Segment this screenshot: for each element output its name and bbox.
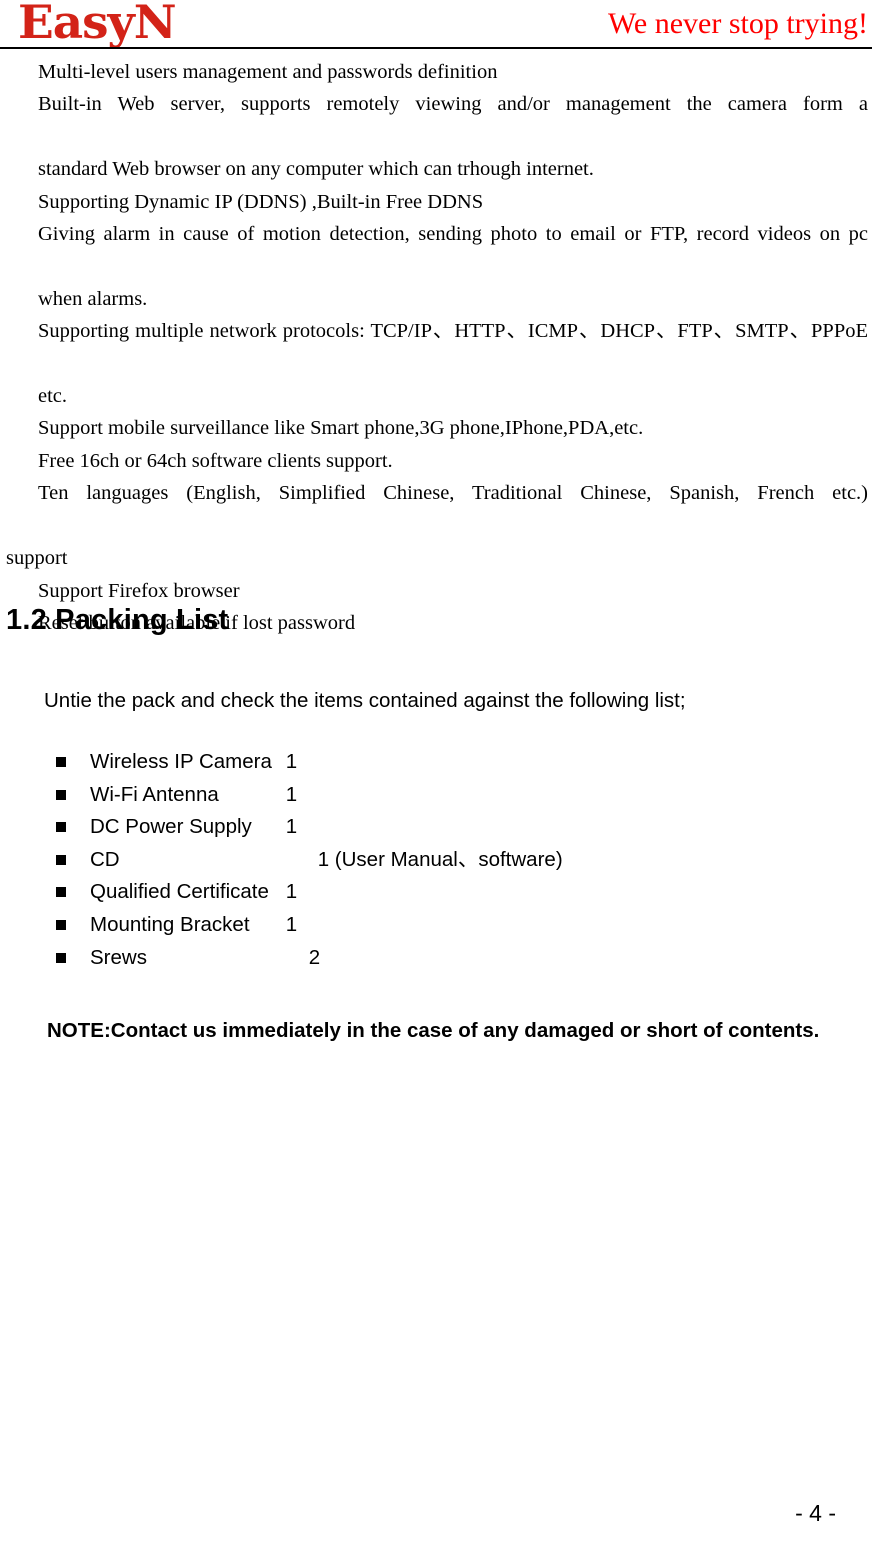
square-bullet-icon (56, 854, 66, 865)
list-item-label: Mounting Bracket (90, 912, 250, 936)
list-item: CD 1 (User Manual、software) (0, 844, 872, 877)
list-item: Mounting Bracket 1 (0, 909, 872, 942)
square-bullet-icon (56, 757, 66, 767)
packing-list-block: Untie the pack and check the items conta… (0, 688, 872, 969)
list-item-quantity: 1 (285, 880, 298, 904)
list-item-label: DC Power Supply (90, 815, 252, 839)
packing-items-list: Wireless IP Camera 1 Wi-Fi Antenna 1 DC … (0, 746, 872, 974)
list-item: Srews 2 (0, 942, 872, 975)
square-bullet-icon (56, 822, 66, 833)
feature-list: Multi-level users management and passwor… (0, 56, 872, 639)
feature-text-cont: support (6, 547, 68, 570)
header-divider-rule (0, 47, 872, 49)
feature-line-mobile-surveillance: Support mobile surveillance like Smart p… (0, 412, 872, 444)
feature-line-languages: Ten languages (English, Simplified Chine… (0, 477, 872, 542)
feature-line-software-clients: Free 16ch or 64ch software clients suppo… (0, 445, 872, 477)
square-bullet-icon (56, 887, 66, 898)
feature-text: Support Firefox browser (38, 579, 240, 602)
brand-logo: EasyN (18, 0, 177, 49)
list-item: Wireless IP Camera 1 (0, 746, 872, 779)
packing-list-note: NOTE:Contact us immediately in the case … (47, 1019, 820, 1042)
square-bullet-icon (56, 789, 66, 800)
feature-text: Giving alarm in cause of motion detectio… (38, 223, 868, 246)
list-item-label: Wi-Fi Antenna (90, 782, 219, 806)
feature-text: Free 16ch or 64ch software clients suppo… (38, 449, 393, 472)
square-bullet-icon (56, 952, 66, 963)
feature-text-cont: standard Web browser on any computer whi… (38, 158, 594, 181)
list-item-quantity: 1 (285, 815, 298, 839)
feature-text: Supporting Dynamic IP (DDNS) ,Built-in F… (38, 190, 484, 213)
page-number-footer: - 4 - (795, 1500, 836, 1526)
list-item-quantity: 1 (285, 782, 298, 806)
packing-list-intro: Untie the pack and check the items conta… (44, 689, 686, 712)
feature-text: Built-in Web server, supports remotely v… (38, 93, 868, 116)
section-heading-packing-list: 1.2 Packing List (6, 604, 229, 637)
list-item: DC Power Supply 1 (0, 811, 872, 844)
list-item-quantity: 2 (308, 945, 321, 969)
feature-line-ddns: Supporting Dynamic IP (DDNS) ,Built-in F… (0, 186, 872, 218)
feature-line-network-protocols: Supporting multiple network protocols: T… (0, 315, 872, 412)
list-item-quantity: 1 (User Manual、software) (317, 847, 563, 871)
feature-text: Support mobile surveillance like Smart p… (38, 417, 644, 440)
feature-line-languages-continuation: support (0, 542, 872, 574)
feature-text: Supporting multiple network protocols: T… (38, 320, 868, 343)
feature-text: Ten languages (English, Simplified Chine… (38, 482, 868, 505)
feature-text-cont: when alarms. (38, 287, 148, 310)
page-header: EasyN We never stop trying! (0, 0, 872, 49)
list-item-label: CD (90, 847, 120, 871)
brand-tagline: We never stop trying! (607, 7, 868, 40)
list-item-quantity: 1 (285, 750, 298, 773)
list-item: Qualified Certificate 1 (0, 876, 872, 909)
list-item-label: Wireless IP Camera (90, 750, 272, 773)
feature-text: Multi-level users management and passwor… (38, 61, 498, 83)
list-item-label: Qualified Certificate (90, 880, 269, 904)
feature-text-cont: etc. (38, 385, 68, 408)
feature-line-web-server: Built-in Web server, supports remotely v… (0, 88, 872, 185)
feature-line-users-management: Multi-level users management and passwor… (0, 56, 872, 88)
square-bullet-icon (56, 919, 66, 930)
list-item-quantity: 1 (285, 912, 298, 936)
list-item-label: Srews (90, 945, 147, 969)
feature-line-motion-alarm: Giving alarm in cause of motion detectio… (0, 218, 872, 315)
list-item: Wi-Fi Antenna 1 (0, 779, 872, 812)
